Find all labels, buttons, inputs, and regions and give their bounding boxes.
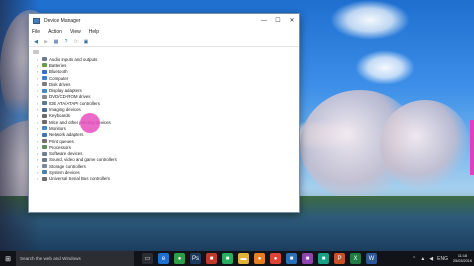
tree-item-label: Audio inputs and outputs xyxy=(49,56,98,62)
device-manager-icon xyxy=(33,17,40,24)
scan-icon[interactable]: ⟳ xyxy=(72,39,80,45)
tree-item-label: Storage controllers xyxy=(49,163,86,169)
clock[interactable]: 11:18 25/03/2016 xyxy=(453,254,472,264)
cherry-tree xyxy=(380,100,470,190)
chrome-icon[interactable]: ● xyxy=(174,253,185,264)
pinned-apps: ▭ e ● Ps ■ ■ ▬ ● ● ■ ■ ■ P X W xyxy=(142,253,382,264)
printer-icon xyxy=(42,139,47,143)
mouse-icon xyxy=(42,120,47,125)
usb-icon xyxy=(42,176,47,181)
language-indicator[interactable]: ENG xyxy=(437,256,448,262)
device-manager-window[interactable]: Device Manager — ☐ ✕ File Action View He… xyxy=(28,13,300,213)
menu-view[interactable]: View xyxy=(69,29,82,35)
chrome-icon-2[interactable]: ● xyxy=(270,253,281,264)
search-box[interactable]: Search the web and Windows xyxy=(16,251,134,266)
speaker-icon xyxy=(42,57,47,62)
dvd-icon xyxy=(42,94,47,99)
search-placeholder: Search the web and Windows xyxy=(20,256,81,261)
title-bar[interactable]: Device Manager — ☐ ✕ xyxy=(29,14,299,27)
window-title: Device Manager xyxy=(44,17,81,24)
tree-item-label: Bluetooth xyxy=(49,69,68,75)
app-icon-orange[interactable]: ● xyxy=(254,253,265,264)
tree-item-label: Imaging devices xyxy=(49,107,81,113)
volume-icon[interactable]: ◀ xyxy=(429,256,433,262)
tree-item-label: Network adapters xyxy=(49,132,84,138)
toolbar: ◀ ▶ ▦ ? ⟳ ▣ xyxy=(29,37,299,47)
tree-item-label: Computer xyxy=(49,75,69,81)
software-icon xyxy=(42,151,47,156)
clock-date: 25/03/2016 xyxy=(452,258,472,263)
disk-icon xyxy=(42,82,47,87)
tree-item-label: Print queues xyxy=(49,138,74,144)
cursor-highlight xyxy=(80,113,100,133)
excel-icon[interactable]: X xyxy=(350,253,361,264)
powerpoint-icon[interactable]: P xyxy=(334,253,345,264)
display-icon[interactable]: ▣ xyxy=(82,39,90,45)
folder-icon[interactable]: ▬ xyxy=(238,253,249,264)
tree-item-label: Processors xyxy=(49,144,71,150)
battery-icon xyxy=(42,63,47,68)
controller-icon xyxy=(42,101,47,106)
tree-item-label: Universal Serial Bus controllers xyxy=(49,176,111,182)
menu-action[interactable]: Action xyxy=(47,29,63,35)
tree-item-label: Monitors xyxy=(49,125,66,131)
tree-item-label: Batteries xyxy=(49,62,67,68)
edge-icon[interactable]: e xyxy=(158,253,169,264)
app-icon-red[interactable]: ■ xyxy=(206,253,217,264)
computer-root-icon xyxy=(33,50,39,54)
edge-marker xyxy=(470,120,474,175)
close-button[interactable]: ✕ xyxy=(285,14,299,27)
maximize-button[interactable]: ☐ xyxy=(271,14,285,27)
network-icon xyxy=(42,132,47,137)
keyboard-icon xyxy=(42,113,47,118)
chevron-up-icon[interactable]: ⌃ xyxy=(412,256,416,262)
network-tray-icon[interactable]: ▲ xyxy=(420,256,425,262)
task-view-icon[interactable]: ▭ xyxy=(142,253,153,264)
app-icon-purple[interactable]: ■ xyxy=(302,253,313,264)
app-icon-blue[interactable]: ■ xyxy=(286,253,297,264)
taskbar: ⊞ Search the web and Windows ▭ e ● Ps ■ ■ ▬ ● ● ■… xyxy=(0,251,474,266)
tree-item-label: Display adapters xyxy=(49,88,82,94)
forward-icon[interactable]: ▶ xyxy=(42,39,50,45)
bluetooth-icon xyxy=(42,69,47,74)
system-icon xyxy=(42,170,47,175)
cloud xyxy=(355,50,415,85)
tree-item-label: IDE ATA/ATAPI controllers xyxy=(49,100,100,106)
tree-item-label: Software devices xyxy=(49,151,83,157)
menu-bar: File Action View Help xyxy=(29,27,299,37)
display-icon xyxy=(42,88,47,93)
menu-help[interactable]: Help xyxy=(88,29,100,35)
word-icon[interactable]: W xyxy=(366,253,377,264)
storage-icon xyxy=(42,164,47,169)
tree-item-label: Keyboards xyxy=(49,113,70,119)
system-tray: ⌃ ▲ ◀ ENG 11:18 25/03/2016 xyxy=(408,251,472,266)
computer-icon xyxy=(42,76,47,81)
windows-start-icon[interactable]: ⊞ xyxy=(0,251,16,266)
tree-item-label: Disk drives xyxy=(49,81,71,87)
app-icon-green[interactable]: ■ xyxy=(222,253,233,264)
camera-icon xyxy=(42,107,47,112)
properties-icon[interactable]: ▦ xyxy=(52,39,60,45)
tree-item-label: System devices xyxy=(49,169,80,175)
sound-icon xyxy=(42,157,47,162)
monitor-icon xyxy=(42,126,47,131)
device-tree: › Audio inputs and outputs › Batteries › Blue… xyxy=(29,48,299,212)
minimize-button[interactable]: — xyxy=(257,14,271,27)
tree-root[interactable] xyxy=(29,48,299,56)
processor-icon xyxy=(42,145,47,150)
tree-item-label: DVD/CD-ROM drives xyxy=(49,94,91,100)
menu-file[interactable]: File xyxy=(31,29,41,35)
tree-item[interactable]: › Universal Serial Bus controllers xyxy=(29,176,299,182)
back-icon[interactable]: ◀ xyxy=(32,39,40,45)
app-icon-teal[interactable]: ■ xyxy=(318,253,329,264)
help-icon[interactable]: ? xyxy=(62,39,70,45)
cloud xyxy=(330,0,410,40)
tree-item-label: Sound, video and game controllers xyxy=(49,157,117,163)
photoshop-icon[interactable]: Ps xyxy=(190,253,201,264)
